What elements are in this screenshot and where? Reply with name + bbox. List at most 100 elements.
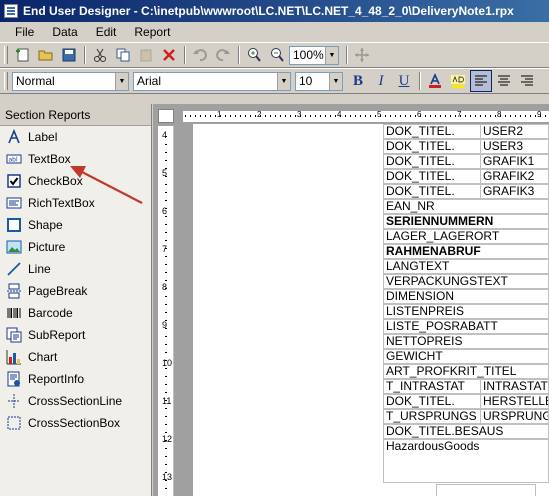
ruler-tick xyxy=(165,144,167,145)
field-box[interactable]: GRAFIK3 xyxy=(480,184,549,199)
paste-icon[interactable] xyxy=(135,44,157,66)
highlight-color-icon[interactable] xyxy=(447,70,469,92)
field-box[interactable]: HERSTELLE xyxy=(480,394,549,409)
field-box[interactable]: VERPACKUNGSTEXT xyxy=(383,274,549,289)
field-box[interactable]: DOK_TITEL.BESAUS xyxy=(383,424,549,439)
field-box[interactable]: DOK_TITEL. xyxy=(383,394,481,409)
ruler-tick xyxy=(435,115,436,117)
field-box[interactable]: USER2 xyxy=(480,124,549,139)
underline-icon[interactable]: U xyxy=(393,70,415,92)
field-box[interactable]: DOK_TITEL. xyxy=(383,139,481,154)
field-box[interactable]: DOK_TITEL. xyxy=(383,124,481,139)
tool-checkbox[interactable]: CheckBox xyxy=(0,170,151,192)
ruler-tick xyxy=(165,304,167,305)
field-box[interactable]: LANGTEXT xyxy=(383,259,549,274)
bold-icon[interactable]: B xyxy=(347,70,369,92)
zoom-out-icon[interactable] xyxy=(266,44,288,66)
tool-textbox[interactable]: abl TextBox xyxy=(0,148,151,170)
font-size-select[interactable]: 10 ▼ xyxy=(295,71,343,91)
field-box[interactable]: LISTENPREIS xyxy=(383,304,549,319)
ruler-mark: 6 xyxy=(417,110,422,119)
menu-file[interactable]: File xyxy=(6,25,43,39)
undo-icon[interactable] xyxy=(189,44,211,66)
tool-barcode[interactable]: Barcode xyxy=(0,302,151,324)
ruler-tick xyxy=(280,115,281,117)
field-box[interactable]: GEWICHT xyxy=(383,349,549,364)
align-right-icon[interactable] xyxy=(516,70,538,92)
pagebreak-icon xyxy=(6,283,22,299)
barcode-icon xyxy=(6,305,22,321)
field-box[interactable]: LAGER_LAGERORT xyxy=(383,229,549,244)
field-box[interactable]: ART_PROFKRIT_TITEL xyxy=(383,364,549,379)
tool-chart-text: Chart xyxy=(28,350,58,364)
tool-pagebreak[interactable]: PageBreak xyxy=(0,280,151,302)
zoom-in-icon[interactable] xyxy=(243,44,265,66)
field-box[interactable]: USER3 xyxy=(480,139,549,154)
new-report-icon[interactable] xyxy=(12,44,34,66)
chevron-down-icon[interactable]: ▼ xyxy=(115,72,128,90)
title-bar: End User Designer - C:\inetpub\wwwroot\L… xyxy=(0,0,549,22)
chevron-down-icon[interactable]: ▼ xyxy=(325,46,338,64)
field-box[interactable]: INTRASTAT xyxy=(480,379,549,394)
ruler-corner[interactable] xyxy=(158,109,174,123)
horizontal-ruler: 1 2 3 4 5 6 7 8 9 xyxy=(183,110,549,122)
open-folder-icon[interactable] xyxy=(35,44,57,66)
ruler-tick xyxy=(185,115,186,117)
cut-icon[interactable] xyxy=(89,44,111,66)
field-box[interactable]: LISTE_POSRABATT xyxy=(383,319,549,334)
chevron-down-icon[interactable]: ▼ xyxy=(329,72,342,90)
menu-report[interactable]: Report xyxy=(125,25,179,39)
menu-edit[interactable]: Edit xyxy=(87,25,126,39)
tool-reportinfo[interactable]: ReportInfo xyxy=(0,368,151,390)
field-box[interactable]: RAHMENABRUF xyxy=(383,244,549,259)
tool-picture[interactable]: Picture xyxy=(0,236,151,258)
redo-icon[interactable] xyxy=(212,44,234,66)
copy-icon[interactable] xyxy=(112,44,134,66)
report-page[interactable]: DOK_TITEL. USER2 DOK_TITEL. USER3 DOK_TI… xyxy=(193,124,549,496)
toolbar-separator xyxy=(84,46,86,64)
tool-label[interactable]: Label xyxy=(0,126,151,148)
toolbar-grip[interactable] xyxy=(4,46,8,64)
tool-richtextbox[interactable]: RichTextBox xyxy=(0,192,151,214)
field-box-partial[interactable] xyxy=(436,484,536,496)
tool-chart[interactable]: Chart xyxy=(0,346,151,368)
field-box[interactable]: DOK_TITEL. xyxy=(383,154,481,169)
chevron-down-icon[interactable]: ▼ xyxy=(277,72,290,90)
ruler-tick xyxy=(520,115,521,117)
field-box[interactable]: HazardousGoods xyxy=(383,439,549,483)
align-center-icon[interactable] xyxy=(493,70,515,92)
font-color-icon[interactable] xyxy=(424,70,446,92)
field-box[interactable]: DOK_TITEL. xyxy=(383,184,481,199)
field-box[interactable]: GRAFIK2 xyxy=(480,169,549,184)
zoom-select[interactable]: 100% ▼ xyxy=(289,45,339,65)
field-box[interactable]: DIMENSION xyxy=(383,289,549,304)
field-box[interactable]: NETTOPREIS xyxy=(383,334,549,349)
tool-subreport[interactable]: SubReport xyxy=(0,324,151,346)
tool-shape[interactable]: Shape xyxy=(0,214,151,236)
align-left-icon[interactable] xyxy=(470,70,492,92)
move-icon[interactable] xyxy=(351,44,373,66)
tool-line[interactable]: Line xyxy=(0,258,151,280)
ruler-tick xyxy=(505,115,506,117)
field-box[interactable]: EAN_NR xyxy=(383,199,549,214)
ruler-tick xyxy=(275,115,276,117)
field-box[interactable]: T_URSPRUNGS xyxy=(383,409,481,424)
tool-crosssectionbox[interactable]: CrossSectionBox xyxy=(0,412,151,434)
field-box[interactable]: SERIENNUMMERN xyxy=(383,214,549,229)
toolbar-grip[interactable] xyxy=(4,72,8,90)
field-box[interactable]: DOK_TITEL. xyxy=(383,169,481,184)
ruler-tick xyxy=(450,115,451,117)
menu-data[interactable]: Data xyxy=(43,25,86,39)
style-select[interactable]: Normal ▼ xyxy=(12,71,129,91)
toolbar-separator xyxy=(346,46,348,64)
field-box[interactable]: GRAFIK1 xyxy=(480,154,549,169)
field-box[interactable]: URSPRUNG xyxy=(480,409,549,424)
tool-crosssectionline[interactable]: CrossSectionLine xyxy=(0,390,151,412)
field-box[interactable]: T_INTRASTAT xyxy=(383,379,481,394)
font-select[interactable]: Arial ▼ xyxy=(133,71,291,91)
ruler-tick xyxy=(440,115,441,117)
save-icon[interactable] xyxy=(58,44,80,66)
delete-icon[interactable] xyxy=(158,44,180,66)
italic-icon[interactable]: I xyxy=(370,70,392,92)
ruler-mark: 3 xyxy=(297,110,302,119)
